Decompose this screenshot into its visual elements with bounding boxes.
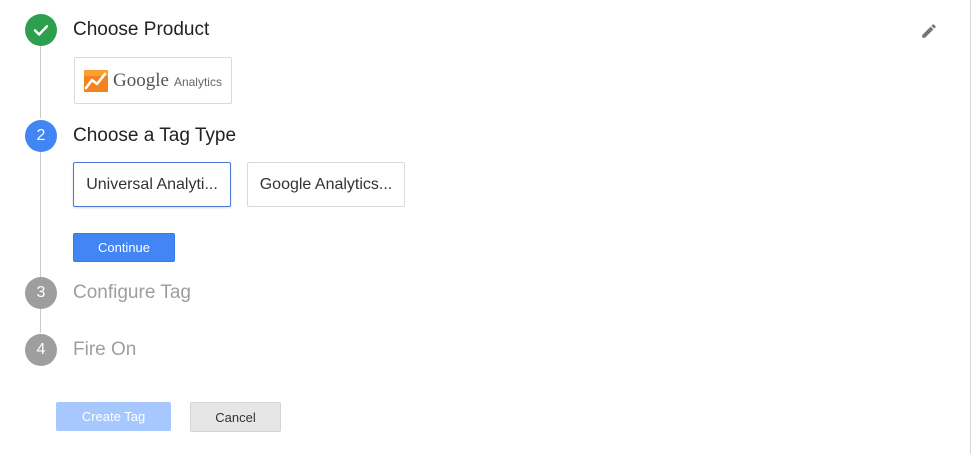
tag-type-universal-analytics[interactable]: Universal Analyti... <box>73 162 231 207</box>
create-tag-button[interactable]: Create Tag <box>56 402 171 431</box>
pencil-icon[interactable] <box>920 22 938 40</box>
step-3-number: 3 <box>25 277 57 309</box>
step-2-title: Choose a Tag Type <box>73 125 237 146</box>
step-4-title[interactable]: Fire On <box>73 338 136 362</box>
check-icon <box>33 25 49 36</box>
edit-icon <box>922 24 936 38</box>
continue-button[interactable]: Continue <box>73 233 175 262</box>
logo-word-analytics: Analytics <box>173 74 222 89</box>
logo-word-google: Google <box>113 69 169 91</box>
step-connector <box>40 46 41 118</box>
step-4-number: 4 <box>25 334 57 366</box>
tag-type-google-analytics[interactable]: Google Analytics... <box>247 162 405 207</box>
step-3-title[interactable]: Configure Tag <box>73 281 191 305</box>
step-1-check-icon <box>25 14 57 46</box>
step-1-title: Choose Product <box>73 19 210 40</box>
cancel-button[interactable]: Cancel <box>190 402 281 432</box>
google-analytics-logo-icon <box>84 69 108 92</box>
step-2-number: 2 <box>25 120 57 152</box>
step-connector <box>40 152 41 277</box>
google-analytics-product-card[interactable]: Google Analytics <box>74 57 232 104</box>
step-connector <box>40 309 41 333</box>
